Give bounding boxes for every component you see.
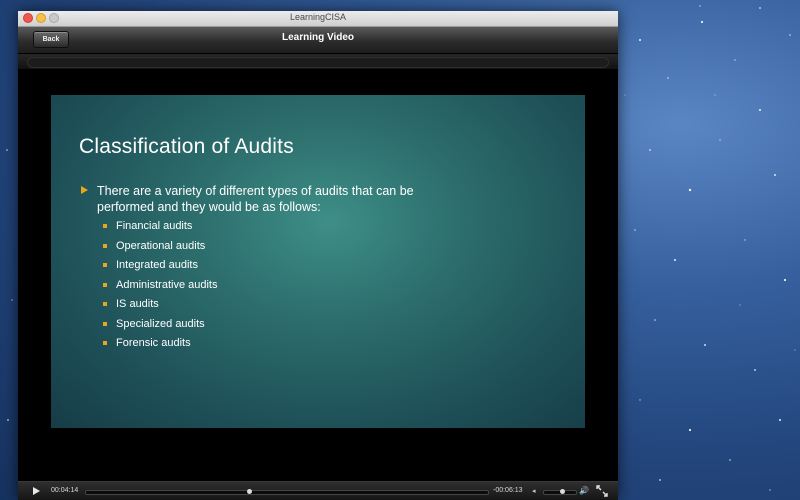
arrow-bullet-icon	[81, 186, 88, 194]
volume-low-icon[interactable]: ◂	[532, 487, 536, 495]
slide-lead-text: There are a variety of different types o…	[97, 184, 414, 214]
square-bullet-icon	[103, 263, 107, 267]
elapsed-time: 00:04:14	[51, 487, 79, 494]
list-item-label: Financial audits	[116, 220, 193, 232]
list-item: Administrative audits	[103, 278, 218, 298]
list-item-label: IS audits	[116, 298, 159, 310]
audit-types-list: Financial audits Operational audits Inte…	[103, 219, 218, 356]
slide-title: Classification of Audits	[79, 135, 294, 158]
square-bullet-icon	[103, 224, 107, 228]
list-item-label: Forensic audits	[116, 337, 191, 349]
list-item: IS audits	[103, 297, 218, 317]
list-item-label: Integrated audits	[116, 259, 198, 271]
app-window: LearningCISA Back Learning Video Classif…	[18, 11, 618, 500]
toolbar-strip	[18, 54, 618, 69]
list-item: Specialized audits	[103, 317, 218, 337]
square-bullet-icon	[103, 302, 107, 306]
video-controls-bar: 00:04:14 -00:06:13 ◂ 🔊	[18, 481, 618, 500]
window-titlebar[interactable]: LearningCISA	[18, 11, 618, 27]
list-item: Operational audits	[103, 239, 218, 259]
navigation-bar: Back Learning Video	[18, 27, 618, 54]
list-item-label: Operational audits	[116, 239, 206, 252]
list-item-label: Administrative audits	[116, 278, 218, 291]
play-icon[interactable]	[33, 487, 40, 495]
page-title: Learning Video	[281, 32, 355, 43]
list-item: Financial audits	[103, 219, 218, 239]
square-bullet-icon	[103, 321, 107, 326]
volume-high-icon[interactable]: 🔊	[579, 486, 589, 495]
presentation-slide: Classification of Audits There are a var…	[51, 95, 585, 428]
slide-lead-bullet: There are a variety of different types o…	[81, 183, 421, 215]
square-bullet-icon	[103, 282, 107, 287]
remaining-time: -00:06:13	[493, 487, 523, 494]
scrubber-handle[interactable]	[246, 489, 252, 494]
list-item: Forensic audits	[103, 336, 218, 356]
toolbar-groove	[27, 57, 609, 68]
square-bullet-icon	[103, 243, 107, 248]
fullscreen-icon[interactable]	[596, 485, 608, 497]
list-item-label: Specialized audits	[116, 317, 205, 330]
list-item: Integrated audits	[103, 258, 218, 278]
playback-scrubber[interactable]	[85, 489, 489, 495]
square-bullet-icon	[103, 341, 107, 345]
video-viewport[interactable]: Classification of Audits There are a var…	[18, 70, 618, 481]
volume-handle[interactable]	[559, 489, 565, 494]
volume-slider[interactable]	[543, 489, 577, 495]
window-title: LearningCISA	[289, 12, 347, 22]
